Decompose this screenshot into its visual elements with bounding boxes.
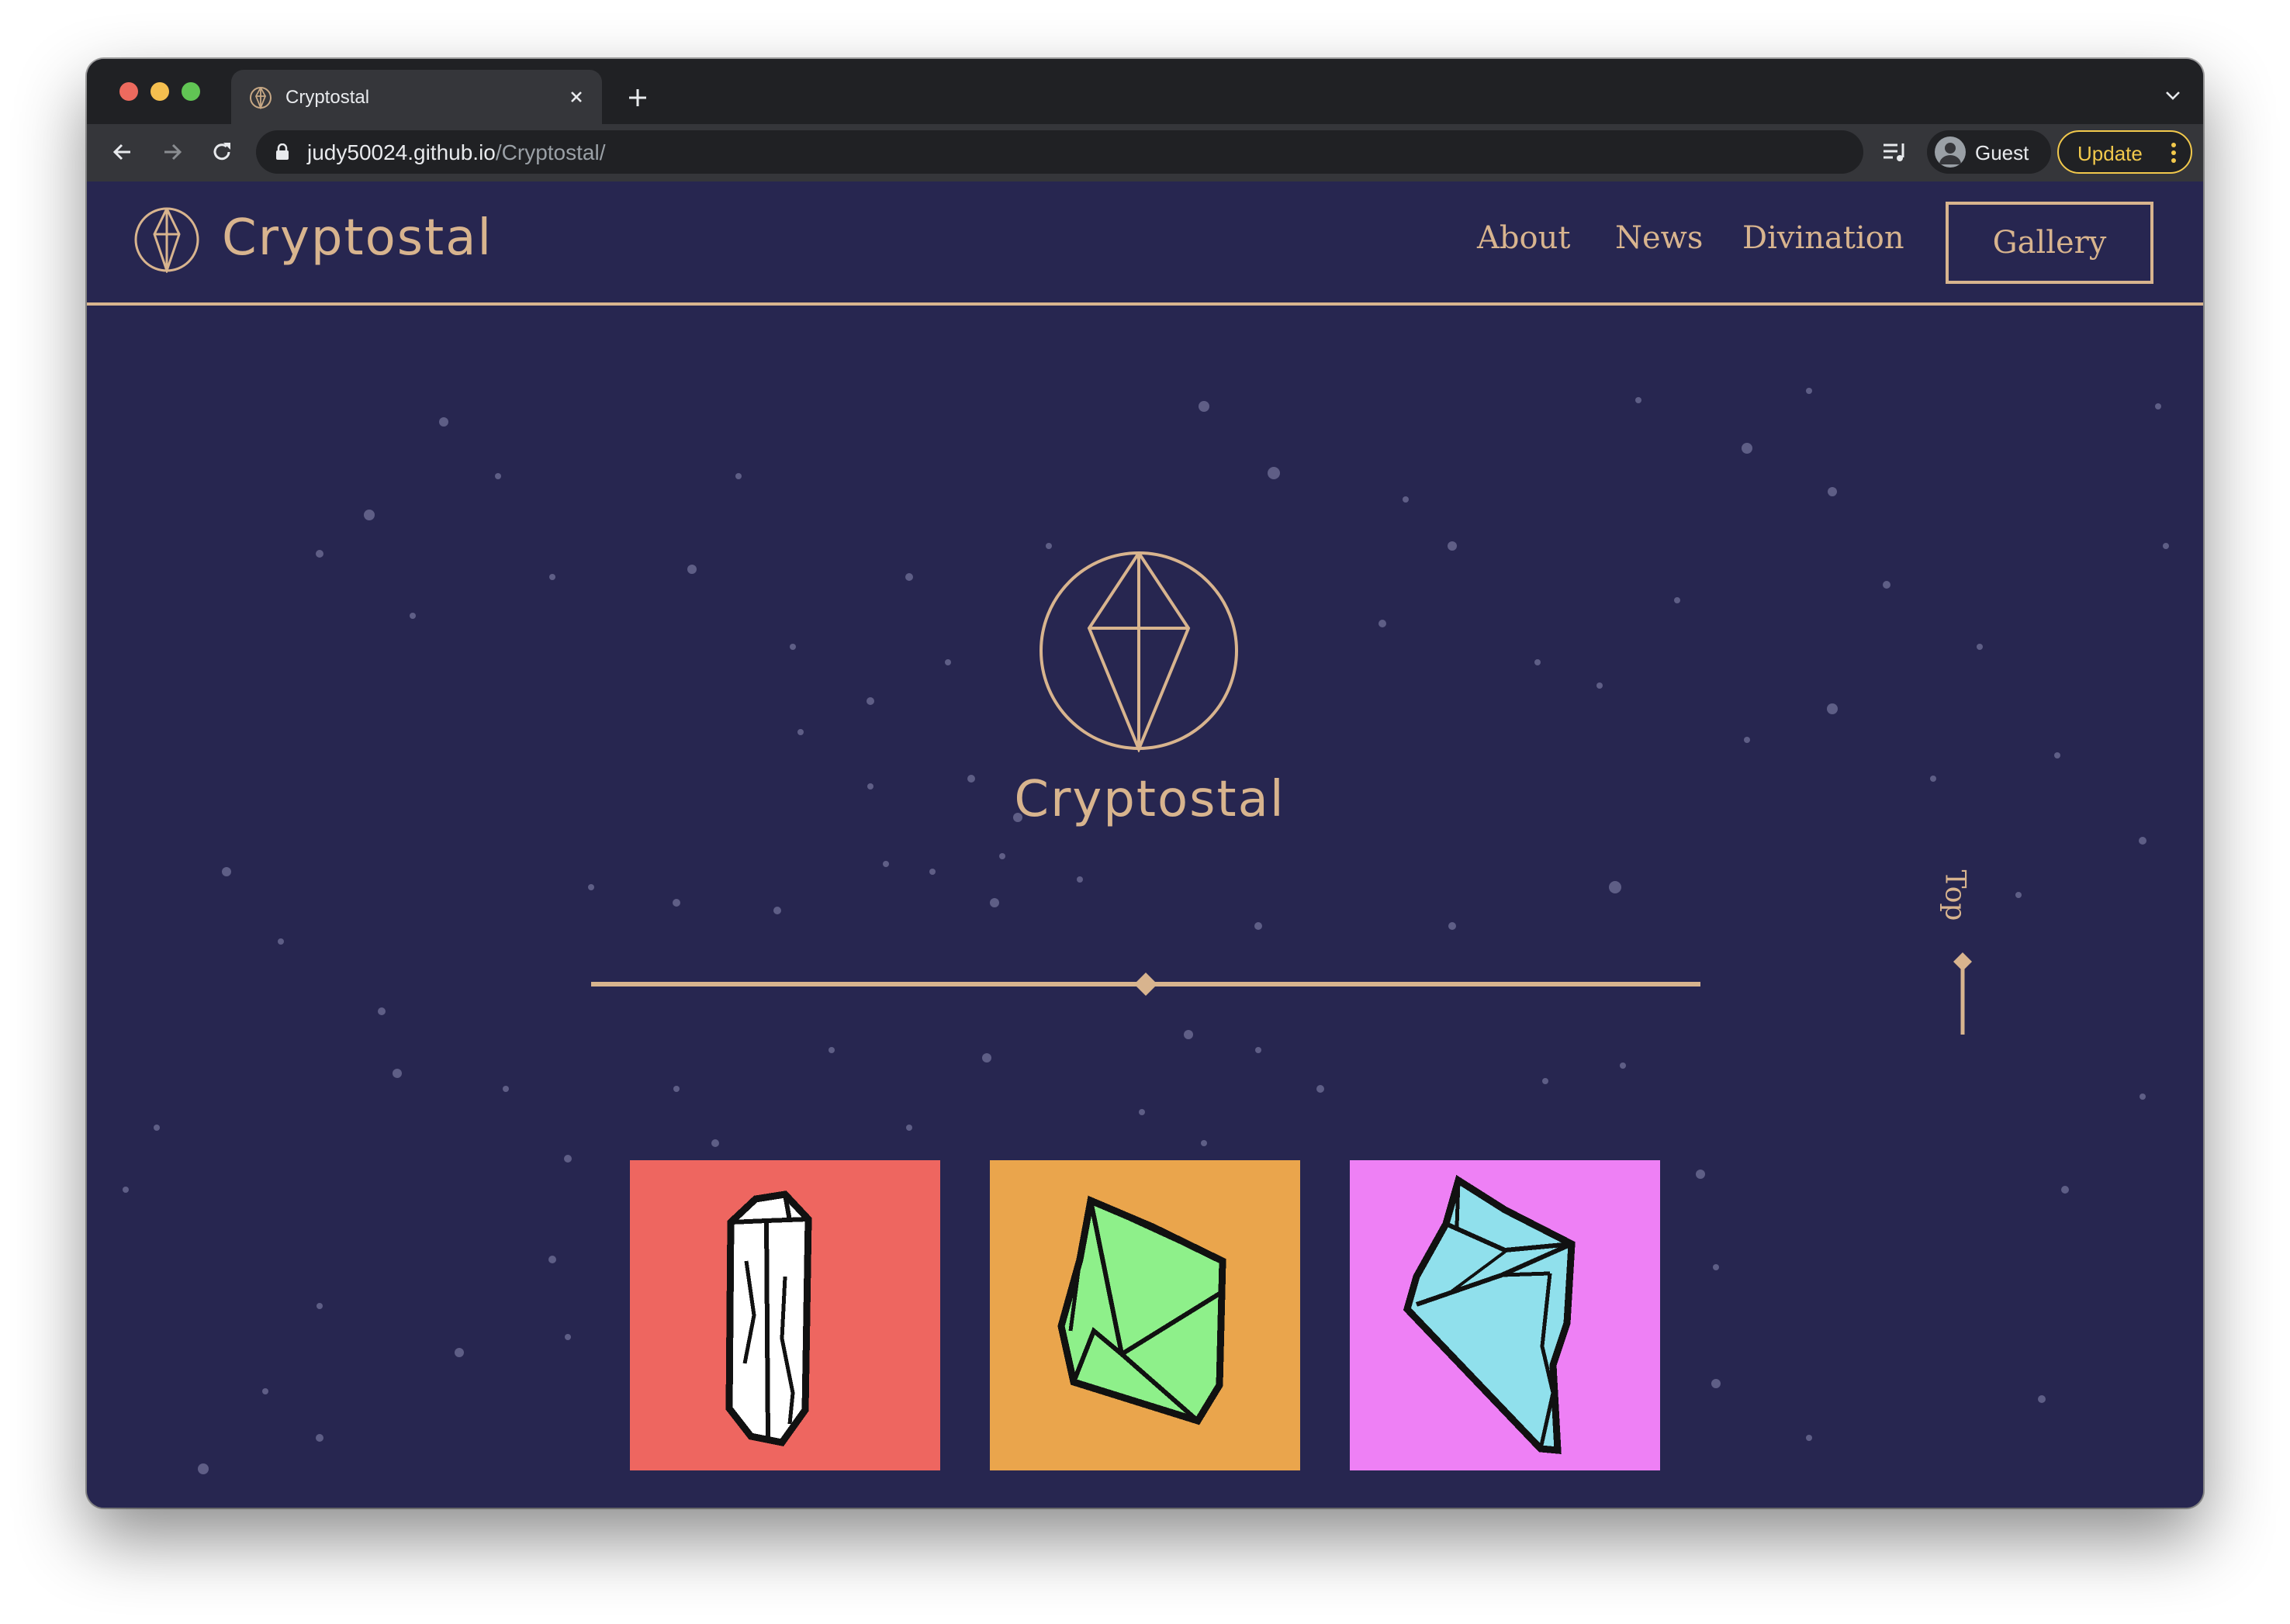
nav-about-link[interactable]: About (1477, 220, 1570, 256)
nav-gallery-button[interactable]: Gallery (1946, 202, 2153, 284)
scroll-top-label[interactable]: Top (1939, 857, 1971, 935)
media-playlist-icon[interactable] (1879, 136, 1910, 168)
update-label: Update (2077, 142, 2143, 165)
back-arrow-icon[interactable] (107, 136, 138, 168)
reload-icon[interactable] (206, 136, 237, 168)
site-brand-name[interactable]: Cryptostal (222, 209, 493, 267)
hero-title: Cryptostal (1014, 771, 1285, 828)
gallery-card-blue-crystal[interactable] (1350, 1160, 1660, 1470)
crystal-globe-icon (250, 87, 272, 110)
close-window-button[interactable] (119, 82, 138, 101)
browser-window: Cryptostal judy50024.github.io/Cryptosta… (87, 59, 2203, 1508)
web-page: Cryptostal About News Divination Gallery… (87, 181, 2203, 1508)
close-icon[interactable] (563, 84, 590, 110)
gallery-card-white-crystal[interactable] (630, 1160, 940, 1470)
blue-crystal-image (1350, 1160, 1660, 1470)
browser-tab[interactable]: Cryptostal (231, 70, 602, 124)
forward-arrow-icon[interactable] (157, 136, 188, 168)
tab-title: Cryptostal (285, 87, 370, 108)
nav-divination-link[interactable]: Divination (1742, 220, 1904, 256)
more-vertical-icon[interactable] (2171, 141, 2177, 164)
gallery-card-green-crystal[interactable] (990, 1160, 1300, 1470)
minimize-window-button[interactable] (150, 82, 169, 101)
nav-news-link[interactable]: News (1615, 220, 1703, 256)
green-crystal-image (990, 1160, 1300, 1470)
lock-icon (276, 143, 289, 160)
maximize-window-button[interactable] (182, 82, 200, 101)
profile-label: Guest (1975, 141, 2029, 164)
tab-bar: Cryptostal (87, 59, 2203, 124)
url-path: /Cryptostal/ (495, 140, 606, 164)
new-tab-plus-icon[interactable] (622, 82, 653, 113)
address-bar[interactable]: judy50024.github.io/Cryptostal/ (256, 130, 1863, 174)
profile-button[interactable]: Guest (1927, 130, 2051, 174)
diamond-divider (591, 973, 1700, 996)
avatar (1935, 136, 1966, 168)
white-crystal-image (630, 1160, 940, 1470)
crystal-globe-icon[interactable] (133, 206, 200, 273)
url-host: judy50024.github.io (307, 140, 496, 164)
crystal-globe-icon (1039, 551, 1238, 752)
browser-toolbar: judy50024.github.io/Cryptostal/ Guest Up… (87, 124, 2203, 181)
chevron-down-icon[interactable] (2160, 82, 2186, 109)
site-header: Cryptostal About News Divination Gallery (87, 181, 2203, 306)
diamond-line-icon[interactable] (1947, 949, 1978, 1058)
update-button[interactable]: Update (2057, 130, 2192, 174)
url-text: judy50024.github.io/Cryptostal/ (307, 140, 605, 165)
